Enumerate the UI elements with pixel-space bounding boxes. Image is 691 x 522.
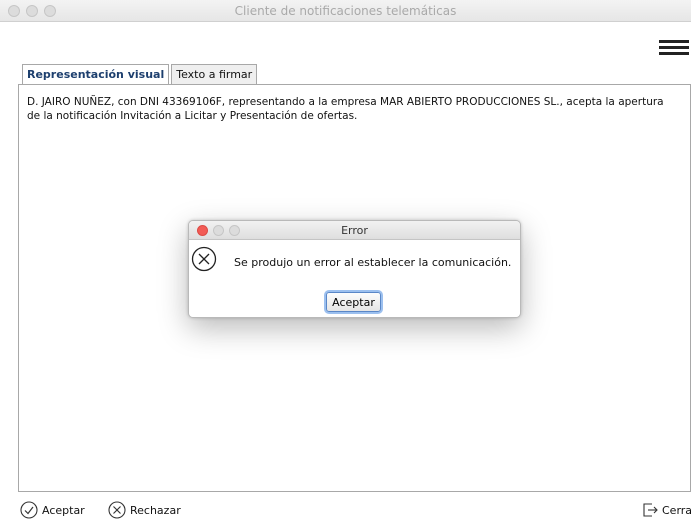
window-titlebar[interactable]: Cliente de notificaciones telemáticas <box>0 0 691 22</box>
accept-label: Aceptar <box>42 503 85 517</box>
error-dialog: Error Se produjo un error al establecer … <box>188 220 521 318</box>
dialog-titlebar[interactable]: Error <box>189 221 520 240</box>
reject-button[interactable]: Rechazar <box>108 501 181 519</box>
error-circle-x-icon <box>191 246 217 272</box>
dialog-ok-button[interactable]: Aceptar <box>326 292 381 312</box>
reject-label: Rechazar <box>130 503 181 517</box>
tab-representacion-visual[interactable]: Representación visual <box>22 64 170 85</box>
notification-text: D. JAIRO NUÑEZ, con DNI 43369106F, repre… <box>27 96 664 122</box>
close-button[interactable]: Cerrar <box>642 501 691 519</box>
close-label: Cerrar <box>662 503 691 517</box>
tab-bar: Representación visual Texto a firmar <box>22 64 258 85</box>
dialog-body: Se produjo un error al establecer la com… <box>189 240 520 317</box>
tab-texto-a-firmar[interactable]: Texto a firmar <box>171 64 258 84</box>
dialog-title: Error <box>341 224 368 237</box>
check-circle-icon <box>20 501 38 519</box>
x-circle-icon <box>108 501 126 519</box>
window-title: Cliente de notificaciones telemáticas <box>234 4 457 18</box>
hamburger-menu-icon[interactable] <box>659 40 689 55</box>
exit-door-icon <box>643 503 658 517</box>
accept-button[interactable]: Aceptar <box>20 501 85 519</box>
dialog-message: Se produjo un error al establecer la com… <box>234 256 512 269</box>
